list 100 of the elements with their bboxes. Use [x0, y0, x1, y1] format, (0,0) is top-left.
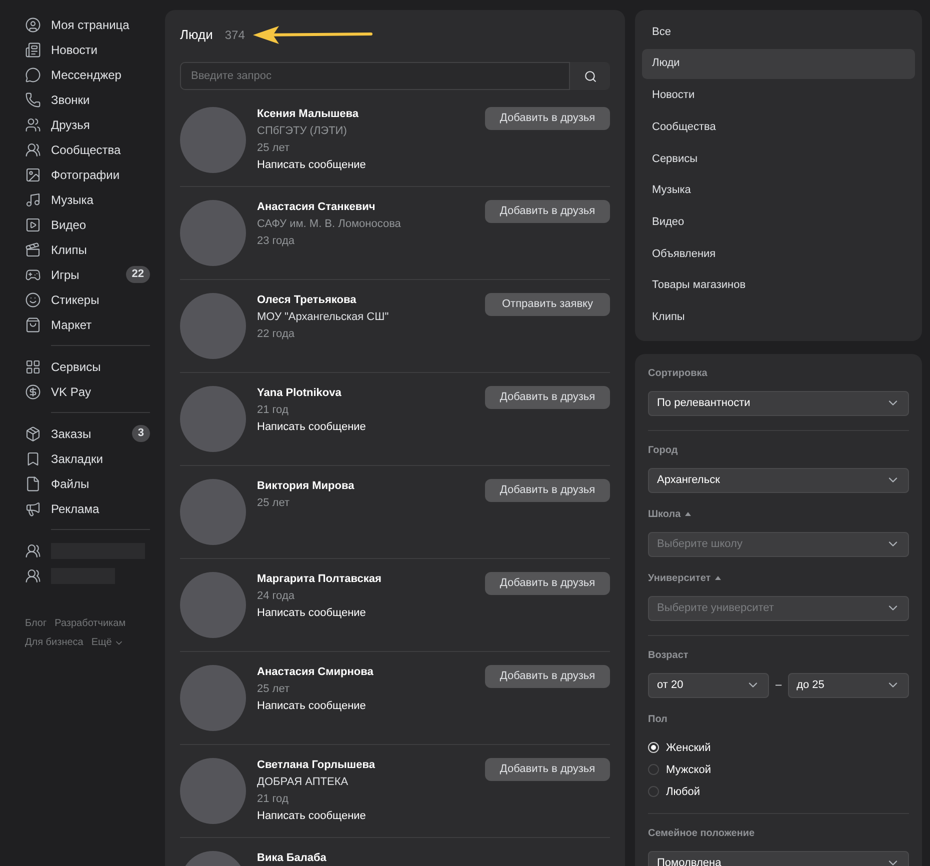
- nav-item[interactable]: VK Pay: [25, 379, 150, 404]
- radio-option[interactable]: Женский: [648, 736, 909, 759]
- people-icon: [25, 116, 41, 132]
- person-name[interactable]: Анастасия Смирнова: [257, 665, 485, 679]
- nav-item[interactable]: Закладки: [25, 446, 150, 471]
- search-button[interactable]: [570, 62, 610, 90]
- category-item[interactable]: Сообщества: [642, 112, 915, 142]
- category-item[interactable]: Новости: [642, 80, 915, 110]
- person-name[interactable]: Вика Балаба: [257, 851, 610, 865]
- search-field[interactable]: Введите запрос: [180, 62, 570, 90]
- person-name[interactable]: Yana Plotnikova: [257, 386, 485, 400]
- nav-item[interactable]: Музыка: [25, 187, 150, 212]
- person-info: 25 лет: [257, 141, 291, 155]
- message-link[interactable]: Написать сообщение: [257, 809, 485, 823]
- person-name[interactable]: Ксения Малышева: [257, 107, 485, 121]
- friend-request-button[interactable]: Добавить в друзья: [485, 200, 610, 223]
- footer-link[interactable]: Блог: [25, 616, 47, 631]
- range-separator: –: [775, 678, 782, 694]
- person-name[interactable]: Анастасия Станкевич: [257, 200, 485, 214]
- category-item[interactable]: Видео: [642, 207, 915, 238]
- count-badge: 3: [132, 425, 150, 442]
- message-link[interactable]: Написать сообщение: [257, 606, 485, 620]
- nav-item[interactable]: Стикеры: [25, 287, 150, 312]
- nav-item[interactable]: Моя страница: [25, 12, 150, 37]
- clip-icon: [25, 242, 41, 258]
- friend-request-button[interactable]: Добавить в друзья: [485, 386, 610, 409]
- message-link[interactable]: Написать сообщение: [257, 158, 485, 172]
- nav-item[interactable]: Сервисы: [25, 354, 150, 379]
- person-info: 22 года: [257, 327, 296, 341]
- user-icon: [25, 16, 41, 32]
- category-item[interactable]: Клипы: [642, 302, 915, 332]
- friend-request-button[interactable]: Добавить в друзья: [485, 572, 610, 595]
- category-item[interactable]: Товары магазинов: [642, 270, 915, 300]
- radio-button[interactable]: [648, 764, 659, 776]
- message-link[interactable]: Написать сообщение: [257, 420, 485, 434]
- footer-link[interactable]: Разработчикам: [54, 616, 126, 631]
- box-icon: [25, 426, 41, 442]
- dropdown-select[interactable]: Помолвлена: [648, 850, 909, 866]
- dropdown-select[interactable]: Архангельск: [648, 468, 909, 493]
- person-info: 24 года: [257, 589, 296, 603]
- nav-item[interactable]: Мессенджер: [25, 62, 150, 87]
- smile-icon: [25, 292, 41, 308]
- group-icon: [25, 542, 41, 558]
- person-name[interactable]: Маргарита Полтавская: [257, 572, 485, 586]
- person-name[interactable]: Виктория Мирова: [257, 479, 485, 493]
- friend-request-button[interactable]: Добавить в друзья: [485, 479, 610, 502]
- dropdown-select[interactable]: от 20: [648, 672, 770, 698]
- chat-bubble-icon: [25, 66, 41, 82]
- category-item[interactable]: Объявления: [642, 238, 915, 269]
- megaphone-icon: [25, 500, 41, 516]
- dropdown-select[interactable]: По релевантности: [648, 390, 909, 416]
- nav-item[interactable]: Новости: [25, 37, 150, 62]
- footer-link[interactable]: Для бизнеса: [25, 635, 84, 650]
- nav-item[interactable]: Фотографии: [25, 162, 150, 187]
- grid-icon: [25, 358, 41, 374]
- nav-item[interactable]: Клипы: [25, 237, 150, 262]
- person-info: МОУ "Архангельская СШ": [257, 310, 390, 324]
- category-item[interactable]: Все: [642, 17, 915, 47]
- results-count: 374: [224, 27, 245, 44]
- nav-item[interactable]: Файлы: [25, 471, 150, 496]
- category-item[interactable]: Люди: [642, 48, 915, 79]
- person-info: СПбГЭТУ (ЛЭТИ): [257, 124, 348, 138]
- video-icon: [25, 216, 41, 232]
- nav-item[interactable]: Звонки: [25, 87, 150, 112]
- person-name[interactable]: Олеся Третьякова: [257, 293, 485, 307]
- filter-label: Возраст: [648, 648, 688, 663]
- person-info: 25 лет: [257, 496, 291, 510]
- person-info: ДОБРАЯ АПТЕКА: [257, 775, 350, 789]
- category-item[interactable]: Музыка: [642, 175, 915, 206]
- music-icon: [25, 192, 41, 208]
- dropdown-select[interactable]: до 25: [788, 672, 909, 698]
- person-info: САФУ им. М. В. Ломоносова: [257, 217, 402, 231]
- photo-icon: [25, 166, 41, 182]
- news-icon: [25, 42, 41, 58]
- file-icon: [25, 476, 41, 492]
- radio-option[interactable]: Мужской: [648, 758, 909, 781]
- filter-label: Город: [648, 444, 678, 458]
- group-icon: [25, 142, 41, 158]
- nav-item[interactable]: Друзья: [25, 112, 150, 137]
- nav-item[interactable]: Маркет: [25, 312, 150, 337]
- friend-request-button[interactable]: Добавить в друзья: [485, 107, 610, 130]
- search-icon: [584, 70, 596, 82]
- nav-item[interactable]: Заказы 3: [25, 421, 150, 446]
- friend-request-button[interactable]: Добавить в друзья: [485, 665, 610, 688]
- filter-label: Сортировка: [648, 366, 708, 381]
- person-name[interactable]: Светлана Горлышева: [257, 758, 485, 772]
- footer-link[interactable]: Ещё: [91, 635, 124, 650]
- message-link[interactable]: Написать сообщение: [257, 699, 485, 713]
- friend-request-button[interactable]: Отправить заявку: [485, 293, 610, 316]
- filter-label: Пол: [648, 712, 668, 727]
- radio-button[interactable]: [648, 786, 659, 798]
- filter-label: Университет: [648, 572, 711, 586]
- friend-request-button[interactable]: Добавить в друзья: [485, 758, 610, 781]
- person-info: 23 года: [257, 234, 296, 248]
- nav-item[interactable]: Игры 22: [25, 262, 150, 287]
- nav-item[interactable]: Реклама: [25, 496, 150, 521]
- nav-item[interactable]: Сообщества: [25, 137, 150, 162]
- radio-option[interactable]: Любой: [648, 780, 909, 803]
- category-item[interactable]: Сервисы: [642, 144, 915, 174]
- nav-item[interactable]: Видео: [25, 212, 150, 237]
